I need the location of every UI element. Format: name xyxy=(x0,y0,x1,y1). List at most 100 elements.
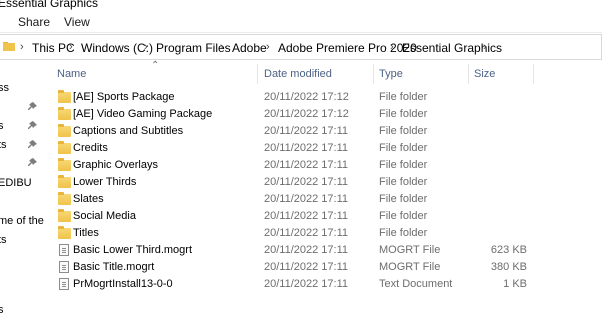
ribbon-divider xyxy=(0,32,602,33)
file-size: 380 KB xyxy=(490,261,527,273)
column-divider[interactable] xyxy=(257,64,258,84)
file-name: Basic Lower Third.mogrt xyxy=(73,244,193,256)
file-date: 20/11/2022 17:11 xyxy=(264,227,349,239)
chevron-right-icon[interactable]: › xyxy=(144,41,148,53)
text-file-icon xyxy=(59,278,69,290)
nav-item[interactable]: ts xyxy=(0,234,7,246)
file-icon xyxy=(59,244,69,256)
folder-icon xyxy=(58,141,71,154)
pin-icon xyxy=(28,158,37,166)
nav-item[interactable]: ss xyxy=(0,82,9,94)
file-date: 20/11/2022 17:11 xyxy=(264,176,349,188)
file-type: MOGRT File xyxy=(379,261,441,273)
list-item[interactable]: Slates 20/11/2022 17:11 File folder xyxy=(44,191,602,208)
file-type: File folder xyxy=(379,176,428,188)
address-box[interactable]: › This PC › Windows (C:) › Program Files… xyxy=(0,34,602,60)
folder-icon xyxy=(58,124,71,137)
nav-item[interactable]: EDIBU xyxy=(0,177,32,189)
folder-icon xyxy=(58,192,71,205)
tab-share[interactable]: Share xyxy=(18,15,50,29)
file-type: File folder xyxy=(379,142,428,154)
window-title-bar: Essential Graphics xyxy=(0,0,602,10)
list-item[interactable]: Graphic Overlays 20/11/2022 17:11 File f… xyxy=(44,157,602,174)
window-title: Essential Graphics xyxy=(0,0,99,10)
file-name: Titles xyxy=(73,227,99,239)
file-name: Graphic Overlays xyxy=(73,159,158,171)
file-date: 20/11/2022 17:12 xyxy=(264,108,349,120)
file-type: File folder xyxy=(379,227,428,239)
list-item[interactable]: Credits 20/11/2022 17:11 File folder xyxy=(44,140,602,157)
column-header-row: Name Date modified Type Size xyxy=(44,62,602,86)
folder-icon xyxy=(58,107,71,120)
file-date: 20/11/2022 17:11 xyxy=(264,261,349,273)
column-divider[interactable] xyxy=(373,64,374,84)
folder-icon xyxy=(58,90,71,103)
pin-icon xyxy=(28,140,37,148)
pin-icon xyxy=(28,121,37,129)
folder-icon xyxy=(58,209,71,222)
breadcrumb-windows-c[interactable]: Windows (C:) xyxy=(81,41,153,55)
breadcrumb-premiere[interactable]: Adobe Premiere Pro 2020 xyxy=(278,41,417,55)
chevron-right-icon[interactable]: › xyxy=(20,41,24,53)
nav-item[interactable]: s xyxy=(0,304,4,316)
column-divider[interactable] xyxy=(533,64,534,84)
file-date: 20/11/2022 17:11 xyxy=(264,159,349,171)
file-type: File folder xyxy=(379,125,428,137)
file-name: PrMogrtInstall13-0-0 xyxy=(73,278,173,290)
list-item[interactable]: [AE] Video Gaming Package 20/11/2022 17:… xyxy=(44,106,602,123)
list-item[interactable]: Captions and Subtitles 20/11/2022 17:11 … xyxy=(44,123,602,140)
folder-icon xyxy=(58,175,71,188)
nav-item[interactable]: s xyxy=(0,120,4,132)
breadcrumb-essential-graphics[interactable]: Essential Graphics xyxy=(402,41,502,55)
nav-item[interactable]: me of the xyxy=(0,215,44,227)
file-name: Lower Thirds xyxy=(73,176,137,188)
file-date: 20/11/2022 17:11 xyxy=(264,210,349,222)
file-name: [AE] Video Gaming Package xyxy=(73,108,213,120)
file-type: File folder xyxy=(379,193,428,205)
file-size: 1 KB xyxy=(503,278,527,290)
list-item[interactable]: Basic Title.mogrt 20/11/2022 17:11 MOGRT… xyxy=(44,259,602,276)
file-date: 20/11/2022 17:11 xyxy=(264,142,349,154)
file-date: 20/11/2022 17:12 xyxy=(264,91,349,103)
navigation-pane: ss s ts EDIBU me of the ts s xyxy=(0,62,44,333)
column-header-size[interactable]: Size xyxy=(474,68,495,80)
chevron-right-icon[interactable]: › xyxy=(220,41,224,53)
nav-item[interactable]: ts xyxy=(0,139,7,151)
column-header-name[interactable]: Name xyxy=(57,68,86,80)
list-item[interactable]: Social Media 20/11/2022 17:11 File folde… xyxy=(44,208,602,225)
file-date: 20/11/2022 17:11 xyxy=(264,125,349,137)
column-header-type[interactable]: Type xyxy=(379,68,403,80)
list-item[interactable]: [AE] Sports Package 20/11/2022 17:12 Fil… xyxy=(44,89,602,106)
list-item[interactable]: PrMogrtInstall13-0-0 20/11/2022 17:11 Te… xyxy=(44,276,602,293)
list-item[interactable]: Lower Thirds 20/11/2022 17:11 File folde… xyxy=(44,174,602,191)
chevron-right-icon[interactable]: › xyxy=(483,41,487,53)
list-item[interactable]: Titles 20/11/2022 17:11 File folder xyxy=(44,225,602,242)
file-name: Slates xyxy=(73,193,104,205)
file-name: Social Media xyxy=(73,210,136,222)
chevron-right-icon[interactable]: › xyxy=(69,41,73,53)
file-type: File folder xyxy=(379,210,428,222)
file-name: Basic Title.mogrt xyxy=(73,261,155,273)
file-name: Captions and Subtitles xyxy=(73,125,184,137)
ribbon: Share View xyxy=(0,10,602,32)
folder-icon xyxy=(3,42,15,51)
list-item[interactable]: Basic Lower Third.mogrt 20/11/2022 17:11… xyxy=(44,242,602,259)
file-list[interactable]: ⌃ Name Date modified Type Size [AE] Spor… xyxy=(44,60,602,333)
file-size: 623 KB xyxy=(490,244,527,256)
chevron-right-icon[interactable]: › xyxy=(390,41,394,53)
breadcrumb-adobe[interactable]: Adobe xyxy=(232,41,267,55)
file-date: 20/11/2022 17:11 xyxy=(264,193,349,205)
file-date: 20/11/2022 17:11 xyxy=(264,244,349,256)
file-type: File folder xyxy=(379,108,428,120)
address-bar[interactable]: › This PC › Windows (C:) › Program Files… xyxy=(0,34,602,60)
tab-view[interactable]: View xyxy=(64,15,90,29)
file-date: 20/11/2022 17:11 xyxy=(264,278,349,290)
column-header-date[interactable]: Date modified xyxy=(264,68,332,80)
pin-icon xyxy=(28,102,37,110)
file-type: MOGRT File xyxy=(379,244,441,256)
file-name: Credits xyxy=(73,142,108,154)
column-divider[interactable] xyxy=(468,64,469,84)
file-type: File folder xyxy=(379,159,428,171)
chevron-right-icon[interactable]: › xyxy=(266,41,270,53)
folder-icon xyxy=(58,158,71,171)
